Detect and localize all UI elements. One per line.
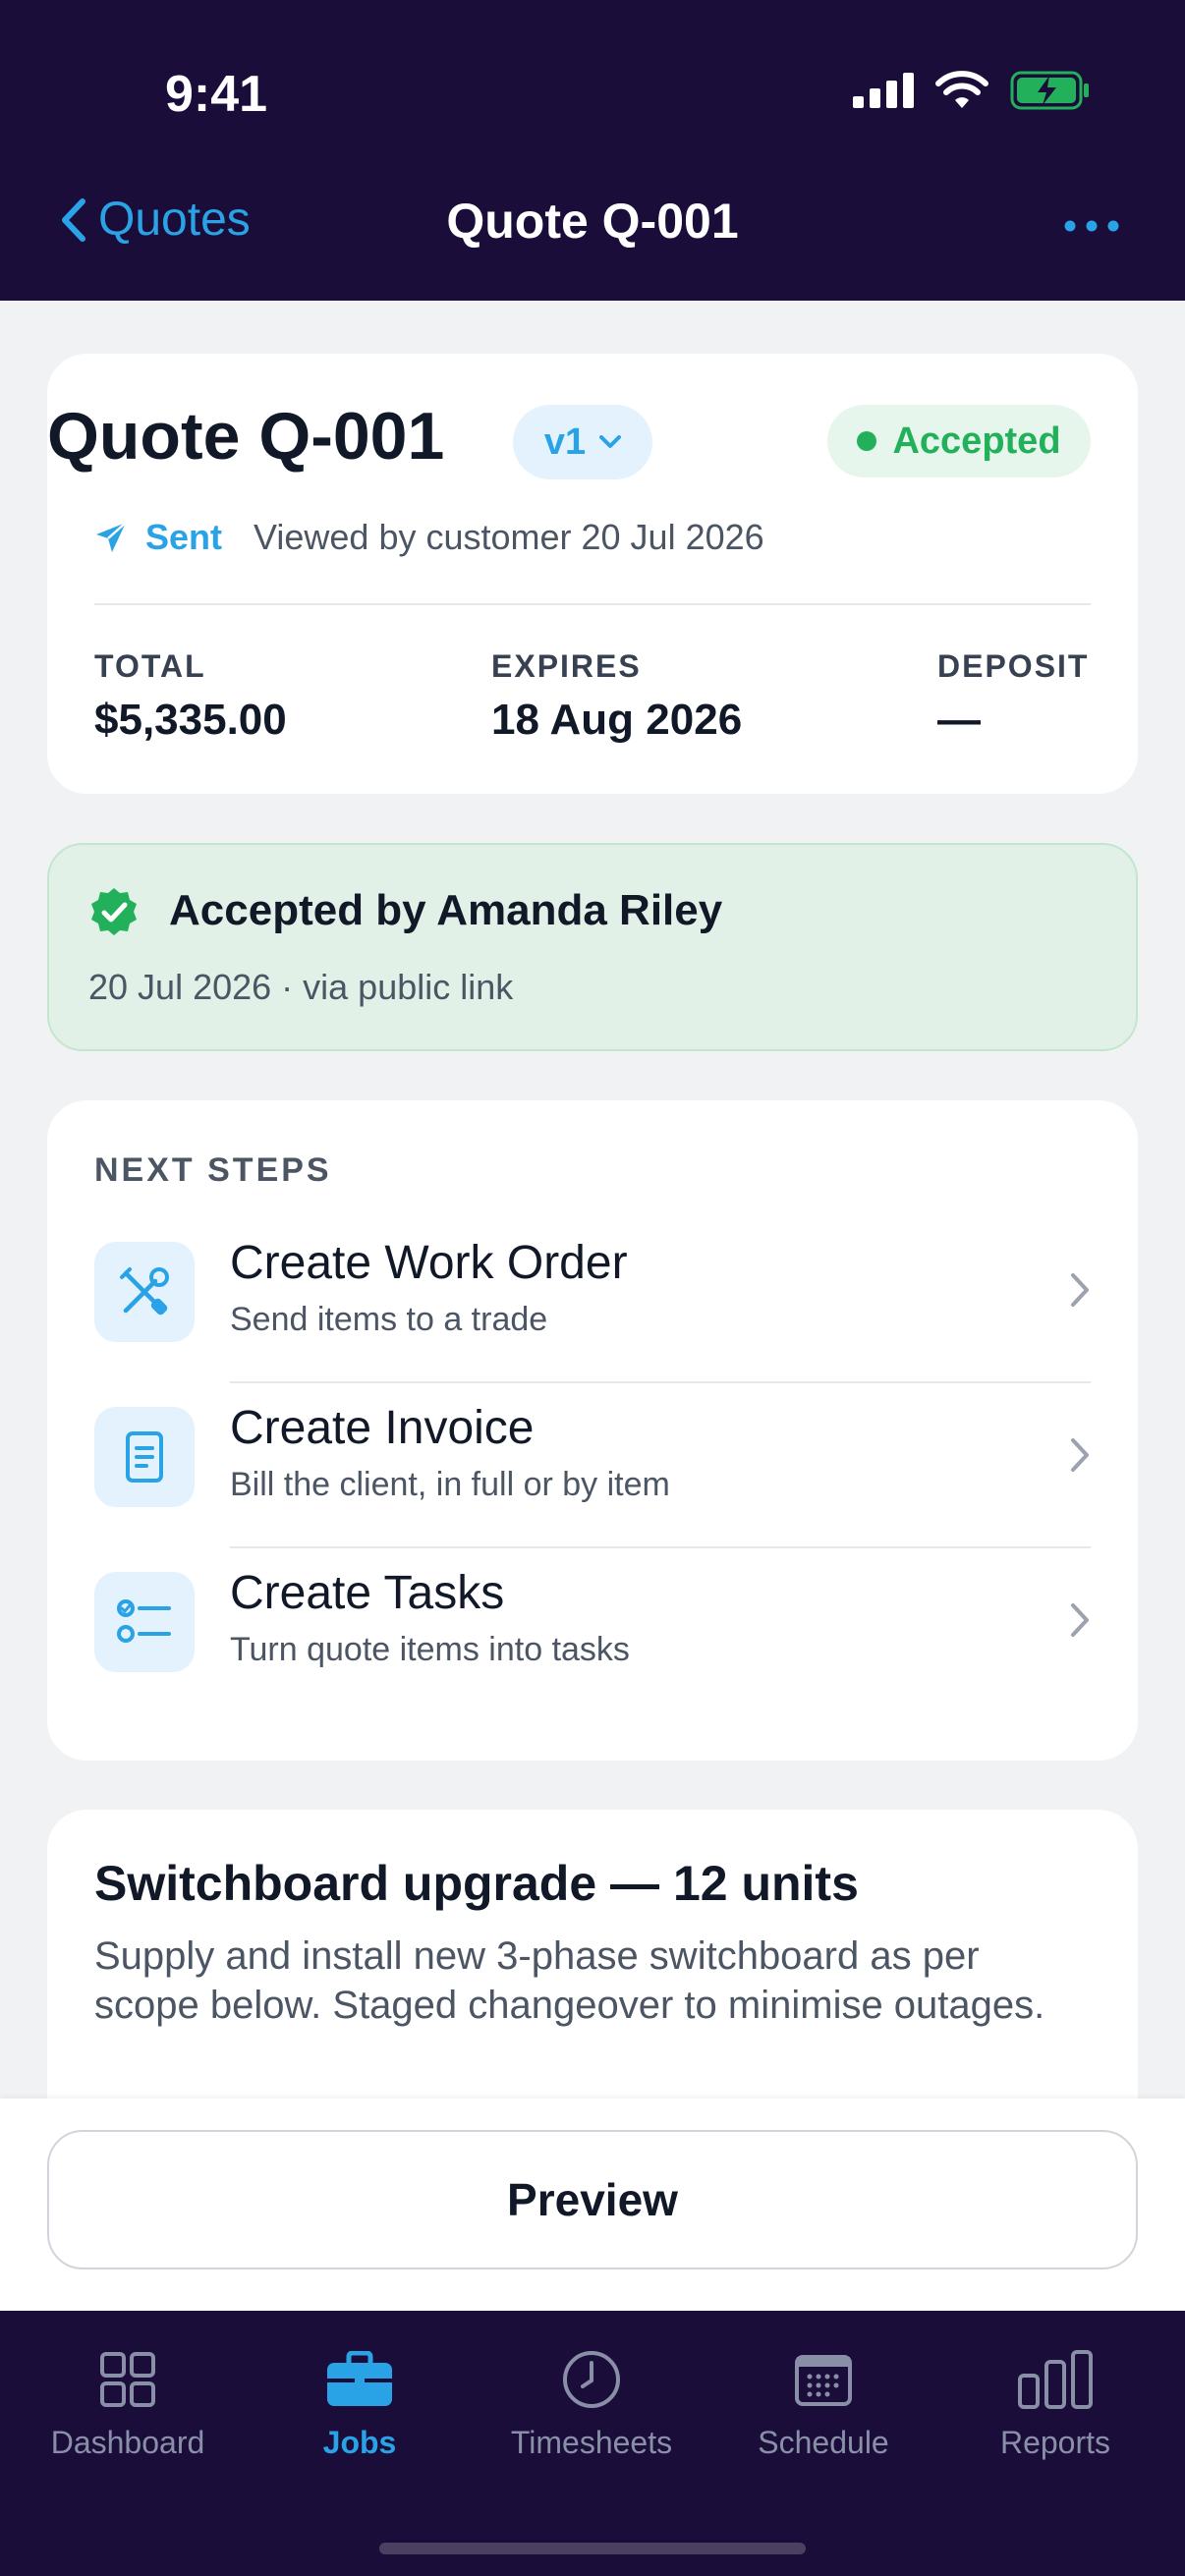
- tab-reports[interactable]: Reports: [937, 2340, 1173, 2488]
- status-time: 9:41: [165, 66, 268, 123]
- version-label: v1: [543, 420, 587, 463]
- grid-icon: [100, 2352, 155, 2407]
- more-icon: [1064, 220, 1119, 232]
- next-step-create-tasks[interactable]: Create Tasks Turn quote items into tasks: [47, 1548, 1138, 1713]
- home-indicator: [379, 2543, 806, 2554]
- acceptance-banner: [47, 843, 1138, 1051]
- tab-label: Reports: [999, 2425, 1111, 2460]
- summary-divider: [94, 603, 1091, 605]
- tab-timesheets[interactable]: Timesheets: [474, 2340, 709, 2488]
- wifi-icon: [935, 71, 988, 108]
- sent-info: Sent Viewed by customer 20 Jul 2026: [94, 517, 764, 558]
- more-button[interactable]: [1057, 196, 1126, 255]
- battery-charging-icon: [1010, 71, 1089, 110]
- viewed-text: Viewed by customer 20 Jul 2026: [254, 517, 764, 557]
- briefcase-icon: [327, 2351, 392, 2406]
- tab-bar: Dashboard Jobs Timesheets Schedule Repor…: [0, 2311, 1185, 2576]
- next-step-create-invoice[interactable]: Create Invoice Bill the client, in full …: [47, 1383, 1138, 1548]
- preview-button[interactable]: Preview: [47, 2130, 1138, 2269]
- verified-badge-icon: [91, 888, 137, 935]
- status-dot: [857, 431, 877, 451]
- clock-icon: [563, 2351, 620, 2408]
- tab-label: Jobs: [322, 2425, 397, 2460]
- status-icons: [853, 71, 1091, 110]
- paper-plane-icon: [96, 522, 127, 552]
- step-icon-wrap: [94, 1572, 195, 1672]
- tab-schedule[interactable]: Schedule: [705, 2340, 941, 2488]
- back-button[interactable]: Quotes: [59, 193, 251, 247]
- next-step-create-work-order[interactable]: Create Work Order Send items to a trade: [47, 1218, 1138, 1383]
- back-label: Quotes: [98, 194, 251, 246]
- tab-dashboard[interactable]: Dashboard: [10, 2340, 246, 2488]
- step-icon-wrap: [94, 1407, 195, 1507]
- total-value: $5,335.00: [94, 696, 287, 744]
- status-label: Accepted: [892, 420, 1061, 462]
- total-label: TOTAL: [94, 648, 206, 684]
- tab-label: Timesheets: [510, 2425, 673, 2460]
- step-subtitle: Send items to a trade: [230, 1301, 548, 1338]
- signal-icon: [853, 73, 914, 108]
- description-title: Switchboard upgrade — 12 units: [94, 1856, 859, 1911]
- version-selector[interactable]: v1: [513, 405, 652, 479]
- acceptance-subtitle: 20 Jul 2026 · via public link: [88, 967, 514, 1007]
- tasks-icon: [117, 1599, 171, 1643]
- step-title: Create Tasks: [230, 1567, 505, 1619]
- description-body: Supply and install new 3-phase switchboa…: [94, 1934, 1045, 2027]
- step-title: Create Work Order: [230, 1237, 628, 1289]
- tab-jobs[interactable]: Jobs: [242, 2340, 478, 2488]
- expires-value: 18 Aug 2026: [491, 696, 743, 744]
- deposit-label: DEPOSIT: [937, 648, 1090, 684]
- chevron-right-icon: [1071, 1603, 1089, 1637]
- step-subtitle: Bill the client, in full or by item: [230, 1466, 670, 1503]
- top-bar: 9:41 Quotes Quote Q-001: [0, 0, 1185, 301]
- chevron-down-icon: [599, 435, 622, 448]
- bottom-action-panel: Preview: [0, 2099, 1185, 2311]
- bar-chart-icon: [1018, 2350, 1093, 2409]
- status-badge: Accepted: [827, 405, 1091, 477]
- chevron-right-icon: [1071, 1438, 1089, 1472]
- acceptance-title: Accepted by Amanda Riley: [169, 886, 723, 934]
- tab-label: Schedule: [758, 2425, 889, 2460]
- step-subtitle: Turn quote items into tasks: [230, 1631, 630, 1668]
- step-title: Create Invoice: [230, 1402, 535, 1454]
- chevron-right-icon: [1071, 1273, 1089, 1307]
- calendar-icon: [795, 2355, 852, 2406]
- sent-label: Sent: [145, 517, 223, 557]
- deposit-value: —: [937, 696, 981, 744]
- quote-title: Quote Q-001: [47, 399, 445, 474]
- expires-label: EXPIRES: [491, 648, 642, 684]
- chevron-left-icon: [62, 197, 85, 242]
- tools-icon: [120, 1267, 169, 1316]
- tab-label: Dashboard: [50, 2425, 205, 2460]
- step-icon-wrap: [94, 1242, 195, 1342]
- invoice-icon: [126, 1431, 163, 1483]
- next-steps-label: NEXT STEPS: [94, 1151, 332, 1189]
